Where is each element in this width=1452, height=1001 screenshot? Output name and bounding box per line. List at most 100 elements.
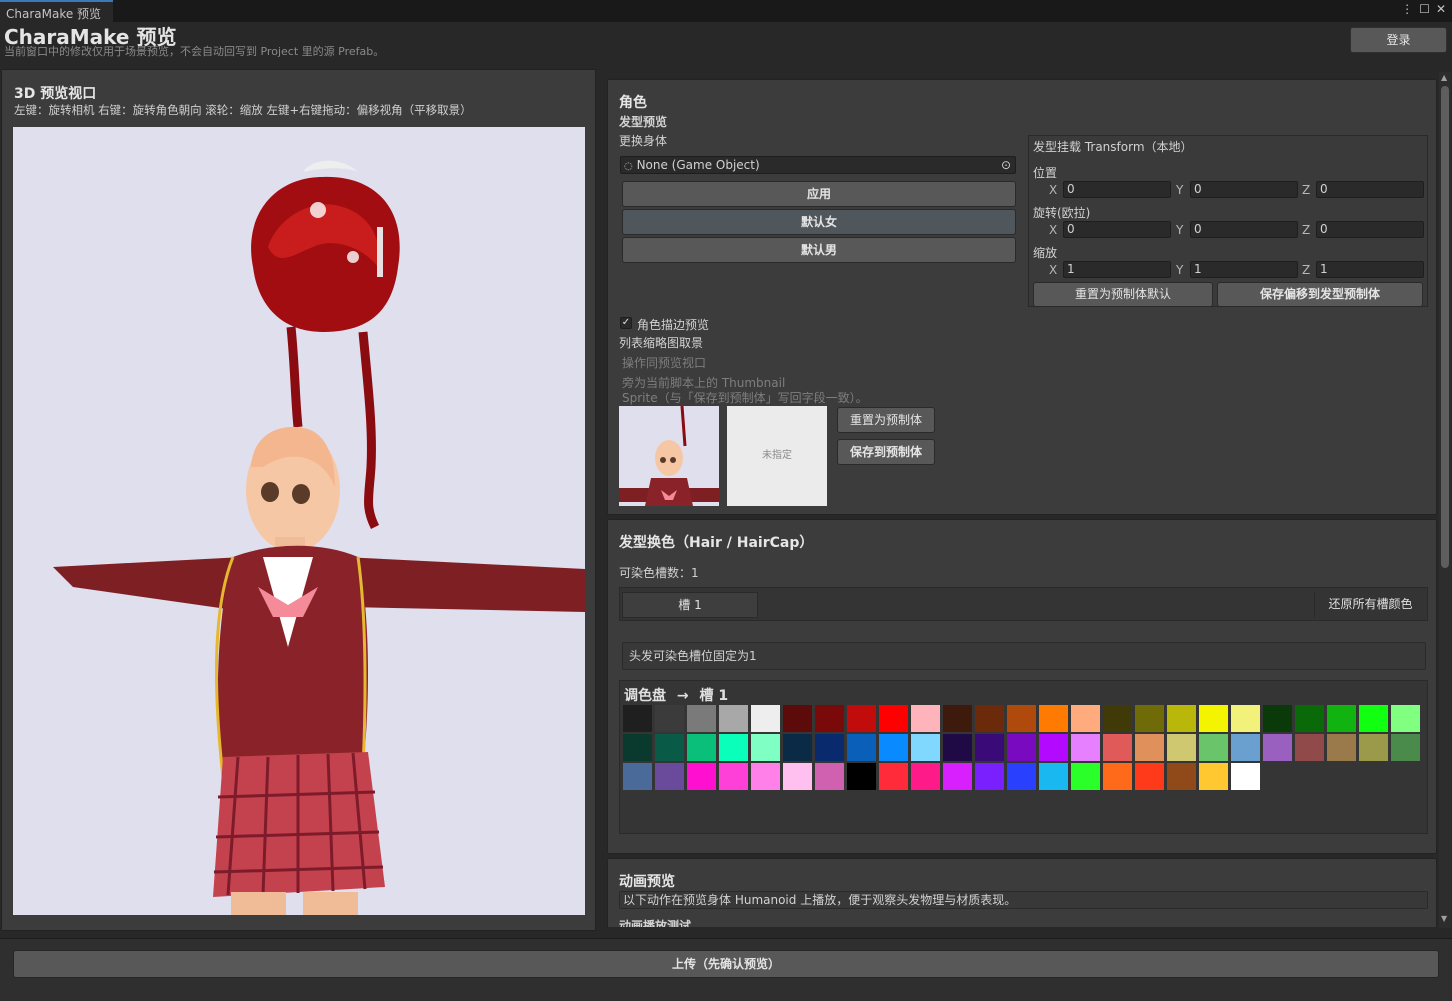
- palette-swatch[interactable]: [975, 705, 1004, 732]
- palette-swatch[interactable]: [815, 763, 844, 790]
- more-options-icon[interactable]: ⋮: [1401, 2, 1413, 16]
- palette-swatch[interactable]: [719, 734, 748, 761]
- palette-swatch[interactable]: [751, 734, 780, 761]
- save-to-prefab-button[interactable]: 保存到预制体: [837, 439, 935, 465]
- scale-z-field[interactable]: 1: [1316, 261, 1424, 278]
- palette-swatch[interactable]: [847, 705, 876, 732]
- palette-swatch[interactable]: [687, 763, 716, 790]
- palette-swatch[interactable]: [1199, 705, 1228, 732]
- thumbnail-sprite-slot[interactable]: 未指定: [727, 406, 827, 506]
- palette-swatch[interactable]: [1327, 734, 1356, 761]
- palette-swatch[interactable]: [687, 705, 716, 732]
- scale-x-field[interactable]: 1: [1063, 261, 1171, 278]
- palette-swatch[interactable]: [1359, 734, 1388, 761]
- palette-swatch[interactable]: [655, 734, 684, 761]
- palette-swatch[interactable]: [719, 705, 748, 732]
- palette-swatch[interactable]: [1295, 734, 1324, 761]
- palette-swatch[interactable]: [1231, 763, 1260, 790]
- window-tab[interactable]: CharaMake 预览: [0, 0, 113, 22]
- palette-swatch[interactable]: [1359, 705, 1388, 732]
- reset-prefab-default-button[interactable]: 重置为预制体默认: [1033, 282, 1213, 307]
- palette-swatch[interactable]: [655, 705, 684, 732]
- palette-swatch[interactable]: [1135, 705, 1164, 732]
- default-female-button[interactable]: 默认女: [622, 209, 1016, 235]
- palette-swatch[interactable]: [687, 734, 716, 761]
- palette-swatch[interactable]: [943, 763, 972, 790]
- palette-swatch[interactable]: [1039, 763, 1068, 790]
- rotation-x-field[interactable]: 0: [1063, 221, 1171, 238]
- palette-swatch[interactable]: [1263, 734, 1292, 761]
- scale-y-field[interactable]: 1: [1190, 261, 1298, 278]
- palette-swatch[interactable]: [623, 705, 652, 732]
- palette-swatch[interactable]: [1263, 705, 1292, 732]
- palette-swatch[interactable]: [1167, 705, 1196, 732]
- palette-swatch[interactable]: [1103, 763, 1132, 790]
- restore-all-slot-colors-button[interactable]: 还原所有槽颜色: [1314, 592, 1426, 618]
- position-y-field[interactable]: 0: [1190, 181, 1298, 198]
- 3d-preview-viewport[interactable]: [13, 127, 585, 915]
- palette-swatch[interactable]: [847, 734, 876, 761]
- position-z-field[interactable]: 0: [1316, 181, 1424, 198]
- scroll-down-icon[interactable]: ▼: [1441, 914, 1447, 923]
- palette-swatch[interactable]: [943, 734, 972, 761]
- palette-swatch[interactable]: [1295, 705, 1324, 732]
- upload-button[interactable]: 上传（先确认预览）: [13, 950, 1439, 978]
- palette-swatch[interactable]: [1199, 763, 1228, 790]
- save-offset-button[interactable]: 保存偏移到发型预制体: [1217, 282, 1423, 307]
- palette-swatch[interactable]: [975, 763, 1004, 790]
- palette-swatch[interactable]: [1135, 763, 1164, 790]
- reset-to-prefab-button[interactable]: 重置为预制体: [837, 407, 935, 433]
- palette-swatch[interactable]: [1007, 734, 1036, 761]
- palette-swatch[interactable]: [879, 763, 908, 790]
- palette-swatch[interactable]: [1391, 734, 1420, 761]
- close-icon[interactable]: ✕: [1436, 2, 1446, 16]
- palette-swatch[interactable]: [719, 763, 748, 790]
- palette-swatch[interactable]: [1071, 705, 1100, 732]
- default-male-button[interactable]: 默认男: [622, 237, 1016, 263]
- outline-preview-checkbox[interactable]: ✓: [620, 317, 632, 329]
- palette-swatch[interactable]: [1135, 734, 1164, 761]
- palette-swatch[interactable]: [783, 763, 812, 790]
- palette-swatch[interactable]: [975, 734, 1004, 761]
- palette-swatch[interactable]: [1039, 705, 1068, 732]
- object-picker-icon[interactable]: ⊙: [1001, 157, 1011, 173]
- palette-swatch[interactable]: [911, 763, 940, 790]
- palette-swatch[interactable]: [1039, 734, 1068, 761]
- palette-swatch[interactable]: [1167, 763, 1196, 790]
- palette-swatch[interactable]: [1071, 763, 1100, 790]
- position-x-field[interactable]: 0: [1063, 181, 1171, 198]
- tab-slot-1[interactable]: 槽 1: [622, 592, 758, 618]
- palette-swatch[interactable]: [943, 705, 972, 732]
- scroll-up-icon[interactable]: ▲: [1441, 73, 1447, 82]
- palette-swatch[interactable]: [911, 734, 940, 761]
- palette-swatch[interactable]: [1007, 763, 1036, 790]
- palette-swatch[interactable]: [623, 763, 652, 790]
- palette-swatch[interactable]: [623, 734, 652, 761]
- palette-swatch[interactable]: [847, 763, 876, 790]
- inspector-scrollbar-thumb[interactable]: [1441, 86, 1449, 568]
- thumbnail-preview[interactable]: [619, 406, 719, 506]
- palette-swatch[interactable]: [1231, 734, 1260, 761]
- rotation-y-field[interactable]: 0: [1190, 221, 1298, 238]
- apply-button[interactable]: 应用: [622, 181, 1016, 207]
- palette-swatch[interactable]: [1103, 734, 1132, 761]
- palette-swatch[interactable]: [1071, 734, 1100, 761]
- login-button[interactable]: 登录: [1350, 27, 1447, 53]
- palette-swatch[interactable]: [655, 763, 684, 790]
- palette-swatch[interactable]: [1167, 734, 1196, 761]
- palette-swatch[interactable]: [815, 734, 844, 761]
- palette-swatch[interactable]: [911, 705, 940, 732]
- palette-swatch[interactable]: [1231, 705, 1260, 732]
- palette-swatch[interactable]: [1199, 734, 1228, 761]
- palette-swatch[interactable]: [751, 705, 780, 732]
- palette-swatch[interactable]: [1007, 705, 1036, 732]
- palette-swatch[interactable]: [783, 705, 812, 732]
- palette-swatch[interactable]: [879, 734, 908, 761]
- palette-swatch[interactable]: [1391, 705, 1420, 732]
- palette-swatch[interactable]: [1103, 705, 1132, 732]
- palette-swatch[interactable]: [879, 705, 908, 732]
- rotation-z-field[interactable]: 0: [1316, 221, 1424, 238]
- palette-swatch[interactable]: [1327, 705, 1356, 732]
- body-object-field[interactable]: ◌ None (Game Object) ⊙: [620, 156, 1016, 174]
- palette-swatch[interactable]: [751, 763, 780, 790]
